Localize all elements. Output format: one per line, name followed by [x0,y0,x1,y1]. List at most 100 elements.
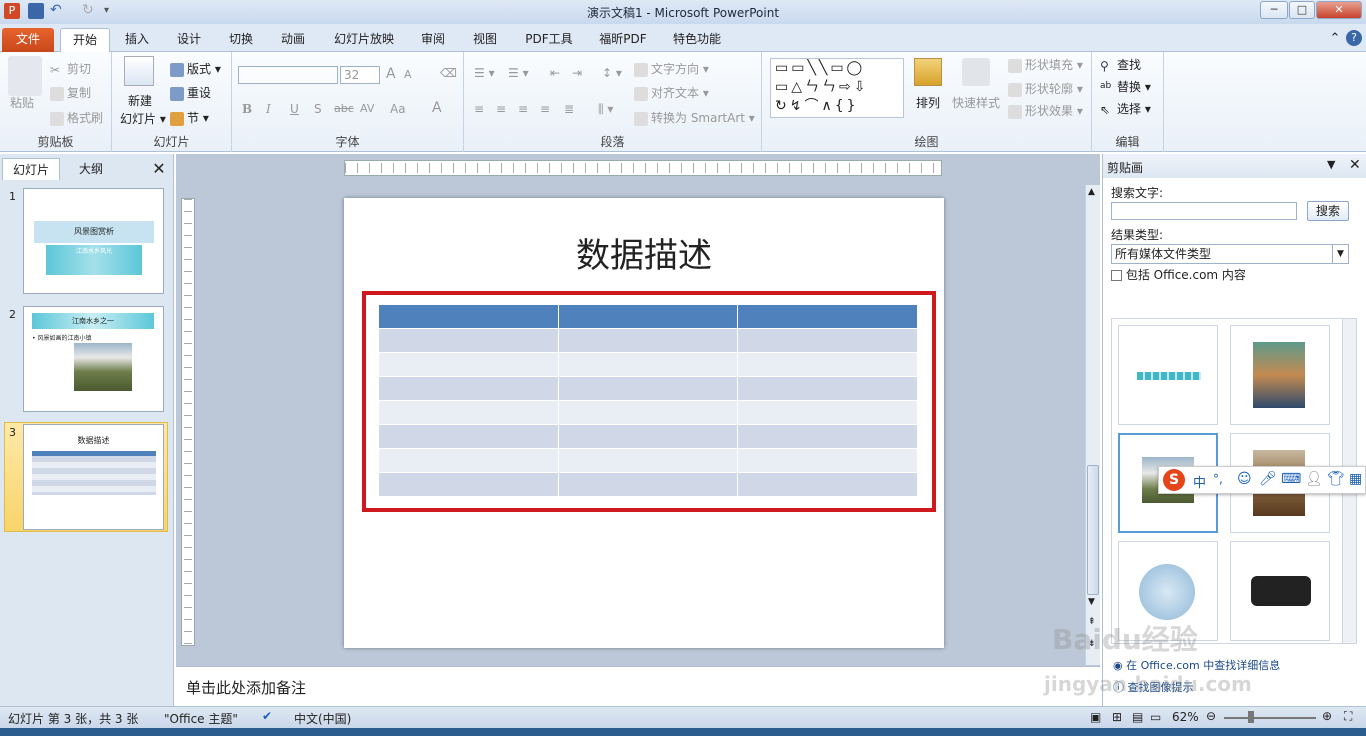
table-cell[interactable] [378,376,559,401]
paste-button[interactable]: 粘贴 [10,94,34,111]
distribute-icon[interactable]: ≣ [564,102,574,116]
bold-button[interactable]: B [242,102,252,116]
clip-item-cow[interactable] [1230,541,1330,641]
tab-foxit-pdf[interactable]: 福昕PDF [592,28,654,52]
scroll-up-icon[interactable]: ▲ [1088,187,1095,197]
tab-home[interactable]: 开始 [60,28,110,52]
align-text-button[interactable]: 对齐文本 ▾ [634,84,709,101]
replace-button[interactable]: ab 替换 ▾ [1100,78,1151,95]
normal-view-icon[interactable]: ▣ [1090,710,1101,724]
table-row[interactable] [378,400,918,425]
search-button[interactable]: 搜索 [1307,201,1349,221]
keyboard-icon[interactable]: ⌨ [1281,471,1301,487]
reading-view-icon[interactable]: ▤ [1132,710,1143,724]
table-row[interactable] [378,472,918,497]
increase-indent-icon[interactable]: ⇥ [572,66,582,80]
table-cell[interactable] [737,424,918,449]
pane-options-icon[interactable]: ▼ [1327,158,1335,171]
search-input[interactable] [1111,202,1297,220]
slide-thumbnail-2[interactable]: 江南水乡之一 • 风景如画的江南小镇 [23,306,164,412]
zoom-in-icon[interactable]: ⊕ [1322,709,1332,723]
new-slide-dropdown[interactable]: 幻灯片 ▾ [120,110,166,127]
table-cell[interactable] [557,328,739,353]
spellcheck-icon[interactable]: ✔ [262,709,272,723]
table-cell[interactable] [737,376,918,401]
microphone-icon[interactable]: 🎤︎ [1259,471,1277,487]
tab-slideshow[interactable]: 幻灯片放映 [326,28,402,52]
user-icon[interactable]: 👤︎ [1305,471,1323,487]
toolbox-icon[interactable]: ▦ [1349,471,1362,487]
zoom-slider[interactable] [1224,717,1316,719]
table-cell[interactable] [737,328,918,353]
smartart-button[interactable]: 转换为 SmartArt ▾ [634,109,755,126]
table-cell[interactable] [378,472,559,497]
shape-outline-button[interactable]: 形状轮廓 ▾ [1008,80,1083,97]
maximize-button[interactable]: □ [1289,1,1315,19]
table-cell[interactable] [737,472,918,497]
numbering-icon[interactable]: ☰ ▾ [508,66,529,80]
table-row[interactable] [378,448,918,473]
table-row[interactable] [378,352,918,377]
table-cell[interactable] [557,472,739,497]
tab-file[interactable]: 文件 [2,28,54,52]
quick-styles-button[interactable]: 快速样式 [952,94,1000,111]
change-case-button[interactable]: Aa [390,102,406,116]
current-slide[interactable]: 数据描述 [344,198,944,648]
select-button[interactable]: ⇖ 选择 ▾ [1100,100,1151,117]
strikethrough-button[interactable]: abc [334,102,354,115]
tab-slides[interactable]: 幻灯片 [2,158,60,180]
table-cell[interactable] [557,400,739,425]
table-cell[interactable] [557,352,739,377]
table-cell[interactable] [557,376,739,401]
skin-icon[interactable]: 👕︎ [1327,471,1345,487]
slide-thumbnail-3[interactable]: 数据描述 [23,424,164,530]
tab-transitions[interactable]: 切换 [220,28,262,52]
table-cell[interactable] [737,304,918,329]
include-office-checkbox[interactable]: 包括 Office.com 内容 [1111,266,1246,283]
align-left-icon[interactable]: ≡ [474,102,484,116]
font-color-button[interactable]: A [432,100,442,116]
arrange-button[interactable]: 排列 [916,94,940,111]
table-cell[interactable] [557,448,739,473]
align-right-icon[interactable]: ≡ [518,102,528,116]
table-cell[interactable] [378,352,559,377]
notes-pane[interactable]: 单击此处添加备注 [176,666,1100,706]
copy-button[interactable]: 复制 [50,84,91,101]
tab-review[interactable]: 审阅 [412,28,454,52]
close-pane-icon[interactable]: ✕ [1349,157,1361,173]
result-type-select[interactable]: 所有媒体文件类型 ▼ [1111,244,1349,264]
sogou-logo-icon[interactable]: S [1163,469,1185,491]
tab-outline[interactable]: 大纲 [62,158,120,180]
table-cell[interactable] [378,400,559,425]
clip-item-man[interactable] [1230,325,1330,425]
font-family-select[interactable] [238,66,338,84]
office-link[interactable]: ◉ 在 Office.com 中查找详细信息 [1113,657,1280,673]
notes-placeholder[interactable]: 单击此处添加备注 [186,677,306,698]
table-cell[interactable] [378,328,559,353]
cut-button[interactable]: ✂ 剪切 [50,60,91,77]
italic-button[interactable]: I [266,102,271,116]
grow-font-button[interactable]: A [386,66,396,82]
shape-effects-button[interactable]: 形状效果 ▾ [1008,102,1083,119]
align-center-icon[interactable]: ≡ [496,102,506,116]
font-size-select[interactable]: 32 [340,66,380,84]
minimize-button[interactable]: ─ [1260,1,1288,19]
table-cell[interactable] [557,304,739,329]
zoom-slider-thumb[interactable] [1248,711,1254,723]
table-cell[interactable] [378,304,559,329]
text-direction-button[interactable]: 文字方向 ▾ [634,60,709,77]
minimize-ribbon-icon[interactable]: ⌃ [1328,28,1342,52]
data-table[interactable] [378,304,918,497]
close-panel-icon[interactable]: ✕ [148,158,170,180]
table-header-row[interactable] [378,304,918,329]
language-status[interactable]: 中文(中国) [294,710,351,727]
table-cell[interactable] [378,424,559,449]
reset-button[interactable]: 重设 [170,84,211,101]
slide-thumbnail-1[interactable]: 风景图赏析 江南水乡风光 [23,188,164,294]
tab-animations[interactable]: 动画 [272,28,314,52]
shrink-font-button[interactable]: A [404,68,412,81]
columns-icon[interactable]: ⫼ ▾ [598,102,613,117]
shapes-gallery[interactable]: ▭▭╲╲▭◯ ▭△ㄣㄣ⇨⇩ ↻↯⌒∧{} [770,58,904,118]
section-button[interactable]: 节 ▾ [170,109,209,126]
find-button[interactable]: ⚲ 查找 [1100,56,1141,73]
